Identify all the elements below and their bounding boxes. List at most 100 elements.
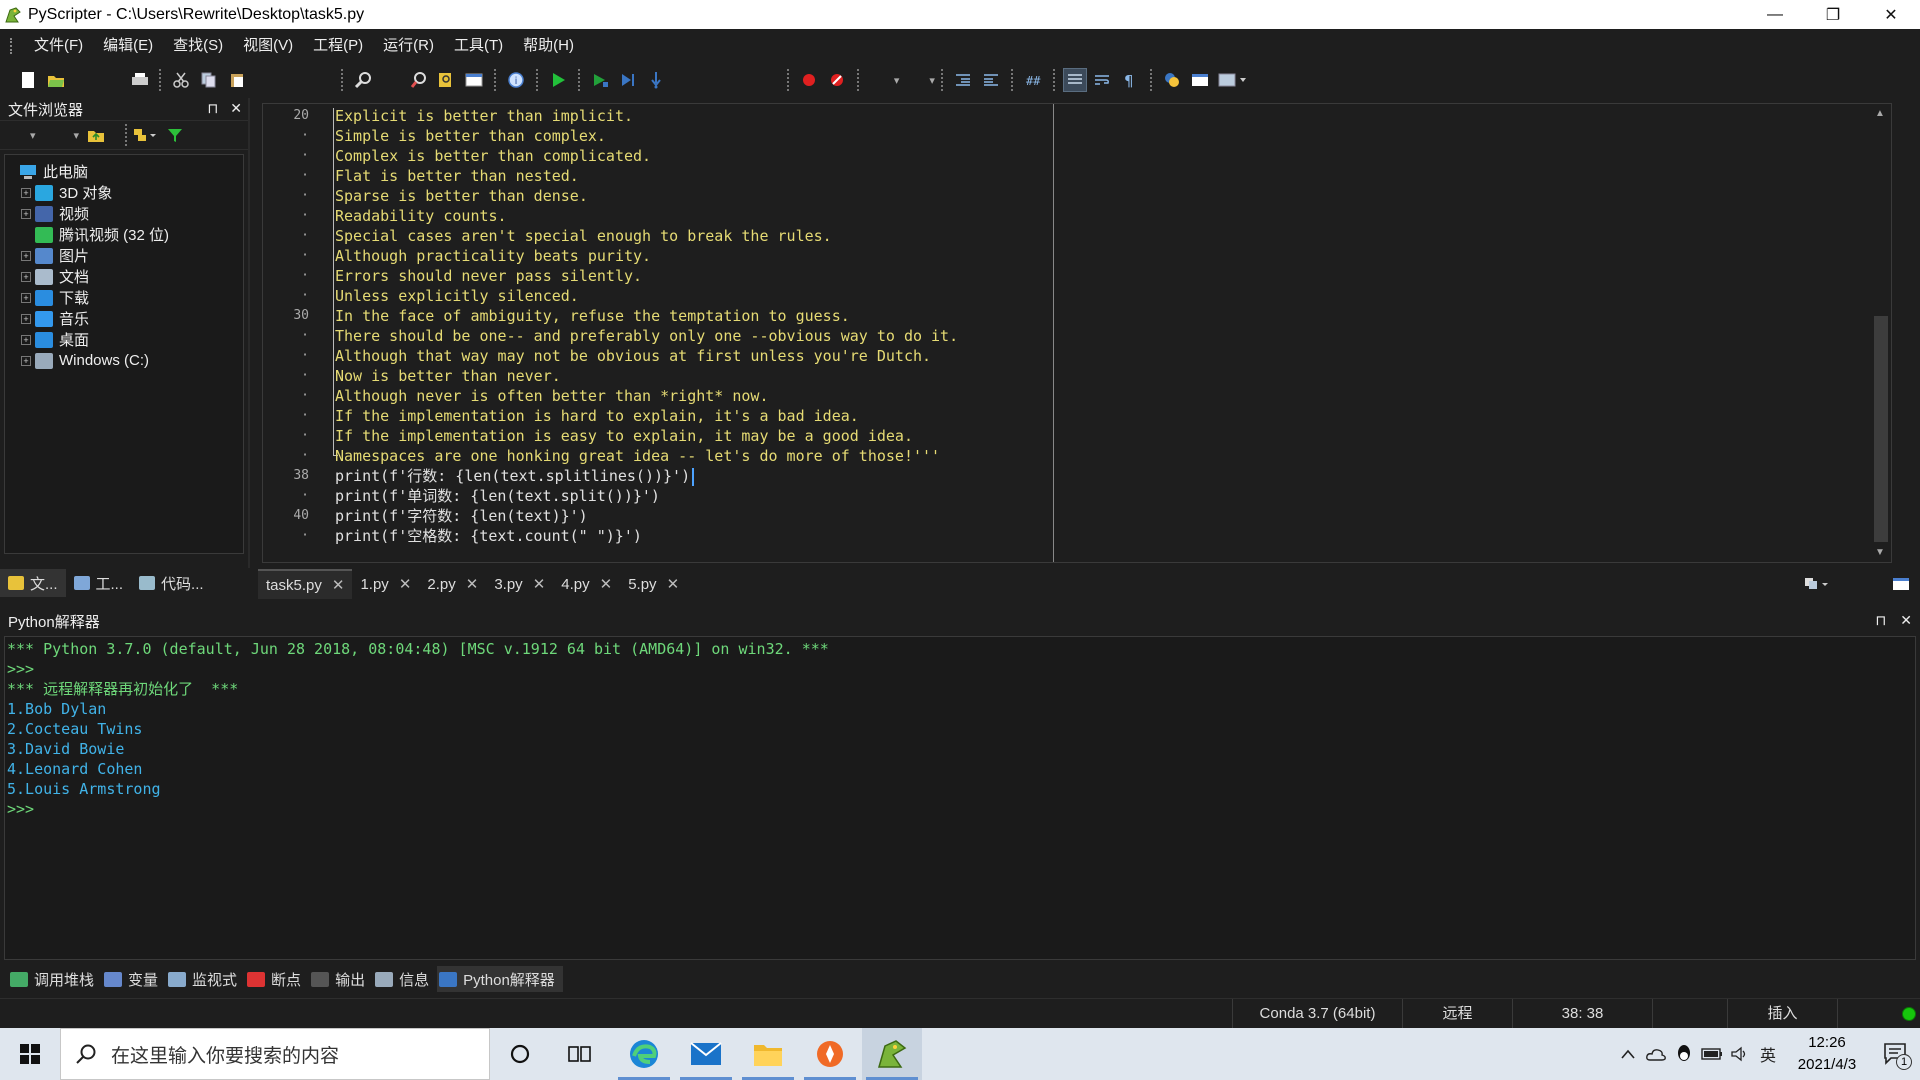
tab-code-explorer[interactable]: 代码... <box>131 569 212 597</box>
filter-icon[interactable] <box>167 127 183 143</box>
code-line[interactable]: Now is better than never. <box>333 366 1853 386</box>
tree-item[interactable]: 腾讯视频 (32 位) <box>5 224 243 245</box>
taskbar-search-box[interactable]: 在这里输入你要搜索的内容 <box>60 1028 490 1080</box>
tree-item[interactable]: + 桌面 <box>5 329 243 350</box>
new-file-icon[interactable] <box>17 69 39 91</box>
qq-icon[interactable] <box>1670 1028 1698 1080</box>
code-line[interactable]: print(f'行数: {len(text.splitlines())}') <box>333 466 1853 486</box>
status-python-engine[interactable]: Conda 3.7 (64bit) <box>1232 999 1402 1029</box>
chevron-down-icon[interactable]: ▾ <box>30 129 36 142</box>
expand-icon[interactable]: + <box>21 250 31 261</box>
chevron-up-icon[interactable] <box>1614 1028 1642 1080</box>
code-line[interactable]: print(f'字符数: {len(text)}') <box>333 506 1853 526</box>
code-line[interactable]: There should be one-- and preferably onl… <box>333 326 1853 346</box>
folder-view-icon[interactable] <box>133 127 159 143</box>
chevron-down-icon[interactable]: ▾ <box>74 129 80 142</box>
taskbar-pyscripter[interactable] <box>862 1028 922 1080</box>
task-view-button[interactable] <box>550 1028 610 1080</box>
python-engine-icon[interactable] <box>1161 69 1183 91</box>
action-center-button[interactable]: 1 <box>1872 1028 1920 1080</box>
run-to-cursor-icon[interactable] <box>617 69 639 91</box>
close-tab-icon[interactable]: ✕ <box>399 575 412 593</box>
code-line[interactable]: Readability counts. <box>333 206 1853 226</box>
tab-file-browser[interactable]: 文... <box>0 569 66 597</box>
editor-tab[interactable]: 4.py ✕ <box>553 569 620 599</box>
tree-item[interactable]: + 图片 <box>5 245 243 266</box>
expand-icon[interactable]: + <box>21 292 31 303</box>
cut-icon[interactable] <box>170 69 192 91</box>
folder-up-icon[interactable] <box>87 127 105 143</box>
close-icon[interactable]: ✕ <box>230 100 242 117</box>
open-file-icon[interactable] <box>45 69 67 91</box>
pin-icon[interactable]: ⊓ <box>207 100 218 117</box>
scroll-up-icon[interactable]: ▲ <box>1869 108 1891 119</box>
undo-icon[interactable] <box>310 69 332 91</box>
tree-item[interactable]: + Windows (C:) <box>5 350 243 371</box>
code-line[interactable]: If the implementation is easy to explain… <box>333 426 1853 446</box>
editor-tab[interactable]: 2.py ✕ <box>419 569 486 599</box>
expand-icon[interactable]: + <box>21 313 31 324</box>
new-tab-icon[interactable] <box>1892 575 1910 591</box>
python-interpreter-console[interactable]: *** Python 3.7.0 (default, Jun 28 2018, … <box>4 636 1916 960</box>
menu-project[interactable]: 工程(P) <box>303 29 373 62</box>
code-content[interactable]: Explicit is better than implicit. Simple … <box>333 104 1853 546</box>
expand-icon[interactable]: + <box>21 355 31 366</box>
pin-icon[interactable]: ⊓ <box>1875 612 1886 629</box>
bottom-tab[interactable]: 变量 <box>102 966 166 992</box>
code-line[interactable]: In the face of ambiguity, refuse the tem… <box>333 306 1853 326</box>
dedent-icon[interactable] <box>980 69 1002 91</box>
close-tab-icon[interactable]: ✕ <box>466 575 479 593</box>
code-line[interactable]: Special cases aren't special enough to b… <box>333 226 1853 246</box>
scroll-down-icon[interactable]: ▼ <box>1869 547 1891 558</box>
expand-icon[interactable]: + <box>21 334 31 345</box>
code-line[interactable]: Flat is better than nested. <box>333 166 1853 186</box>
taskbar-mail[interactable] <box>676 1028 736 1080</box>
code-line[interactable]: Simple is better than complex. <box>333 126 1853 146</box>
close-tab-icon[interactable]: ✕ <box>332 576 345 594</box>
ime-indicator[interactable]: 英 <box>1754 1028 1782 1080</box>
word-wrap-icon[interactable] <box>1092 69 1114 91</box>
menu-help[interactable]: 帮助(H) <box>513 29 584 62</box>
bottom-tab[interactable]: 输出 <box>309 966 373 992</box>
expand-icon[interactable]: + <box>21 187 31 198</box>
menu-run[interactable]: 运行(R) <box>373 29 444 62</box>
layout-dropdown[interactable]: ▾ ▾ <box>865 69 935 91</box>
taskbar-file-explorer[interactable] <box>738 1028 798 1080</box>
menu-file[interactable]: 文件(F) <box>24 29 93 62</box>
bottom-tab[interactable]: 断点 <box>245 966 309 992</box>
line-numbers-icon[interactable] <box>1062 68 1087 92</box>
step-into-icon[interactable] <box>645 69 667 91</box>
run-icon[interactable] <box>547 69 569 91</box>
bottom-tab[interactable]: Python解释器 <box>437 966 563 992</box>
code-line[interactable]: Complex is better than complicated. <box>333 146 1853 166</box>
layouts-menu-icon[interactable] <box>1217 69 1249 91</box>
toggle-breakpoint-icon[interactable] <box>798 69 820 91</box>
goto-line-icon[interactable] <box>463 69 485 91</box>
editor-tab[interactable]: task5.py ✕ <box>258 569 353 599</box>
clear-breakpoints-icon[interactable] <box>826 69 848 91</box>
code-line[interactable]: If the implementation is hard to explain… <box>333 406 1853 426</box>
code-line[interactable]: Errors should never pass silently. <box>333 266 1853 286</box>
code-line[interactable]: print(f'单词数: {len(text.split())}') <box>333 486 1853 506</box>
tree-item[interactable]: + 下载 <box>5 287 243 308</box>
expand-icon[interactable]: + <box>21 208 31 219</box>
find-icon[interactable] <box>352 69 374 91</box>
restore-button[interactable]: ❐ <box>1804 0 1862 29</box>
taskbar-edge[interactable] <box>614 1028 674 1080</box>
start-button[interactable] <box>0 1028 60 1080</box>
tree-item-this-pc[interactable]: 此电脑 <box>5 161 243 182</box>
indent-icon[interactable] <box>952 69 974 91</box>
code-line[interactable]: Explicit is better than implicit. <box>333 106 1853 126</box>
code-editor[interactable]: 20 · · · · · · · · · 30 · · · · · · · 38 · 40 · Explicit is b… <box>262 103 1892 563</box>
taskbar-app-orange[interactable] <box>800 1028 860 1080</box>
code-line[interactable]: print(f'空格数: {text.count(" ")}') <box>333 526 1853 546</box>
scrollbar-thumb[interactable] <box>1874 316 1888 542</box>
tree-item[interactable]: + 音乐 <box>5 308 243 329</box>
tree-item[interactable]: + 视频 <box>5 203 243 224</box>
close-icon[interactable]: ✕ <box>1900 612 1912 629</box>
show-whitespace-icon[interactable]: ¶ <box>1119 69 1141 91</box>
print-icon[interactable] <box>129 69 151 91</box>
battery-icon[interactable] <box>1698 1028 1726 1080</box>
tree-item[interactable]: +3D 对象 <box>5 182 243 203</box>
menu-view[interactable]: 视图(V) <box>233 29 303 62</box>
